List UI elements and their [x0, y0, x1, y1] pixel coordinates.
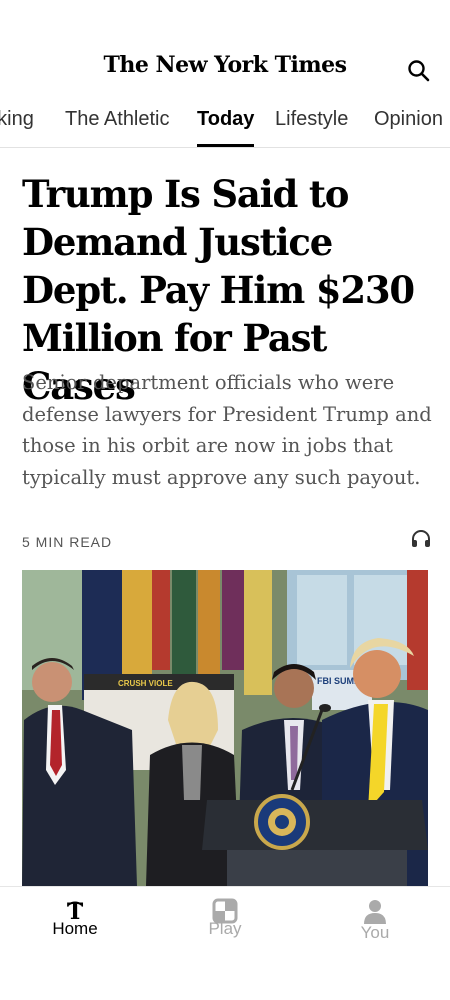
top-bar: The New York Times: [0, 0, 450, 100]
article-summary[interactable]: Senior department officials who were def…: [22, 367, 432, 493]
nav-you-label: You: [360, 923, 390, 942]
headphones-icon[interactable]: [410, 528, 432, 550]
tab-lifestyle[interactable]: Lifestyle: [275, 106, 348, 147]
nav-play[interactable]: Play: [150, 887, 300, 957]
tab-cooking[interactable]: oking: [0, 106, 34, 147]
nav-play-label: Play: [208, 919, 242, 938]
tab-the-athletic[interactable]: The Athletic: [65, 106, 170, 147]
nav-home[interactable]: T Home: [0, 887, 150, 957]
person-icon: [361, 897, 389, 925]
read-time: 5 MIN READ: [22, 534, 113, 550]
bottom-navigation: T Home Play You: [0, 886, 450, 1000]
nav-home-label: Home: [52, 919, 98, 938]
section-tabs: oking The Athletic Today Lifestyle Opini…: [0, 100, 450, 148]
tab-today[interactable]: Today: [197, 106, 255, 147]
nav-you[interactable]: You: [300, 887, 450, 957]
article-photo[interactable]: CRUSH VIOLE FBI SUMM: [22, 570, 428, 886]
masthead-logo[interactable]: The New York Times: [0, 52, 450, 78]
tab-opinion[interactable]: Opinion: [374, 106, 443, 147]
photo-sign-text: CRUSH VIOLE: [118, 679, 173, 688]
search-icon[interactable]: [406, 58, 432, 84]
